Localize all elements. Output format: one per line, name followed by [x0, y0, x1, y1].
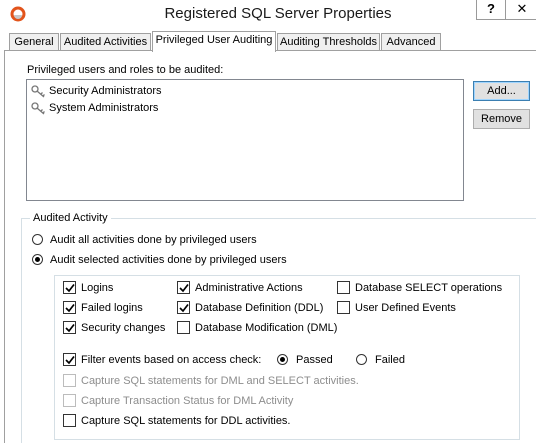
check-icon: [65, 323, 75, 333]
tab-strip: General Audited Activities Privileged Us…: [0, 31, 536, 52]
select-operations-label[interactable]: Database SELECT operations: [355, 282, 502, 294]
ddl-label[interactable]: Database Definition (DDL): [195, 302, 323, 314]
audit-selected-label[interactable]: Audit selected activities done by privil…: [50, 254, 287, 266]
tab-auditing-thresholds[interactable]: Auditing Thresholds: [277, 33, 380, 51]
user-defined-events-checkbox[interactable]: [337, 301, 350, 314]
ddl-checkbox[interactable]: [177, 301, 190, 314]
window-title: Registered SQL Server Properties: [164, 5, 392, 22]
audit-all-radio[interactable]: [32, 234, 43, 245]
check-icon: [179, 303, 189, 313]
privileged-users-list[interactable]: Security Administrators System Administr…: [26, 79, 464, 201]
tab-audited-activities[interactable]: Audited Activities: [60, 33, 151, 51]
help-button[interactable]: ?: [476, 0, 506, 20]
tab-advanced[interactable]: Advanced: [381, 33, 441, 51]
capture-dml-select-label: Capture SQL statements for DML and SELEC…: [81, 375, 359, 387]
check-icon: [65, 283, 75, 293]
capture-ddl-checkbox[interactable]: [63, 414, 76, 427]
remove-button[interactable]: Remove: [473, 109, 530, 129]
dml-checkbox[interactable]: [177, 321, 190, 334]
security-changes-checkbox[interactable]: [63, 321, 76, 334]
capture-dml-select-checkbox[interactable]: [63, 374, 76, 387]
list-item-label: Security Administrators: [49, 85, 162, 97]
key-icon: [31, 102, 45, 115]
logins-checkbox[interactable]: [63, 281, 76, 294]
capture-transaction-checkbox[interactable]: [63, 394, 76, 407]
key-icon: [31, 85, 45, 98]
failed-logins-label[interactable]: Failed logins: [81, 302, 143, 314]
audit-all-label[interactable]: Audit all activities done by privileged …: [50, 234, 257, 246]
capture-transaction-label: Capture Transaction Status for DML Activ…: [81, 395, 294, 407]
add-button[interactable]: Add...: [473, 81, 530, 101]
administrative-actions-checkbox[interactable]: [177, 281, 190, 294]
filter-events-label[interactable]: Filter events based on access check:: [81, 354, 261, 366]
privileged-users-label: Privileged users and roles to be audited…: [27, 64, 224, 76]
check-icon: [179, 283, 189, 293]
title-bar: Registered SQL Server Properties ? ✕: [0, 0, 536, 29]
dml-label[interactable]: Database Modification (DML): [195, 322, 337, 334]
list-item-label: System Administrators: [49, 102, 159, 114]
audit-selected-radio[interactable]: [32, 254, 43, 265]
check-icon: [65, 303, 75, 313]
close-button[interactable]: ✕: [505, 0, 536, 20]
audited-activity-title: Audited Activity: [30, 212, 111, 224]
failed-logins-checkbox[interactable]: [63, 301, 76, 314]
passed-label[interactable]: Passed: [296, 354, 333, 366]
administrative-actions-label[interactable]: Administrative Actions: [195, 282, 303, 294]
check-icon: [65, 355, 75, 365]
passed-radio[interactable]: [277, 354, 288, 365]
filter-events-checkbox[interactable]: [63, 353, 76, 366]
user-defined-events-label[interactable]: User Defined Events: [355, 302, 456, 314]
tab-general[interactable]: General: [9, 33, 59, 51]
logins-label[interactable]: Logins: [81, 282, 113, 294]
tab-privileged-user-auditing[interactable]: Privileged User Auditing: [152, 31, 276, 52]
capture-ddl-label[interactable]: Capture SQL statements for DDL activitie…: [81, 415, 291, 427]
select-operations-checkbox[interactable]: [337, 281, 350, 294]
failed-label[interactable]: Failed: [375, 354, 405, 366]
security-changes-label[interactable]: Security changes: [81, 322, 165, 334]
failed-radio[interactable]: [356, 354, 367, 365]
